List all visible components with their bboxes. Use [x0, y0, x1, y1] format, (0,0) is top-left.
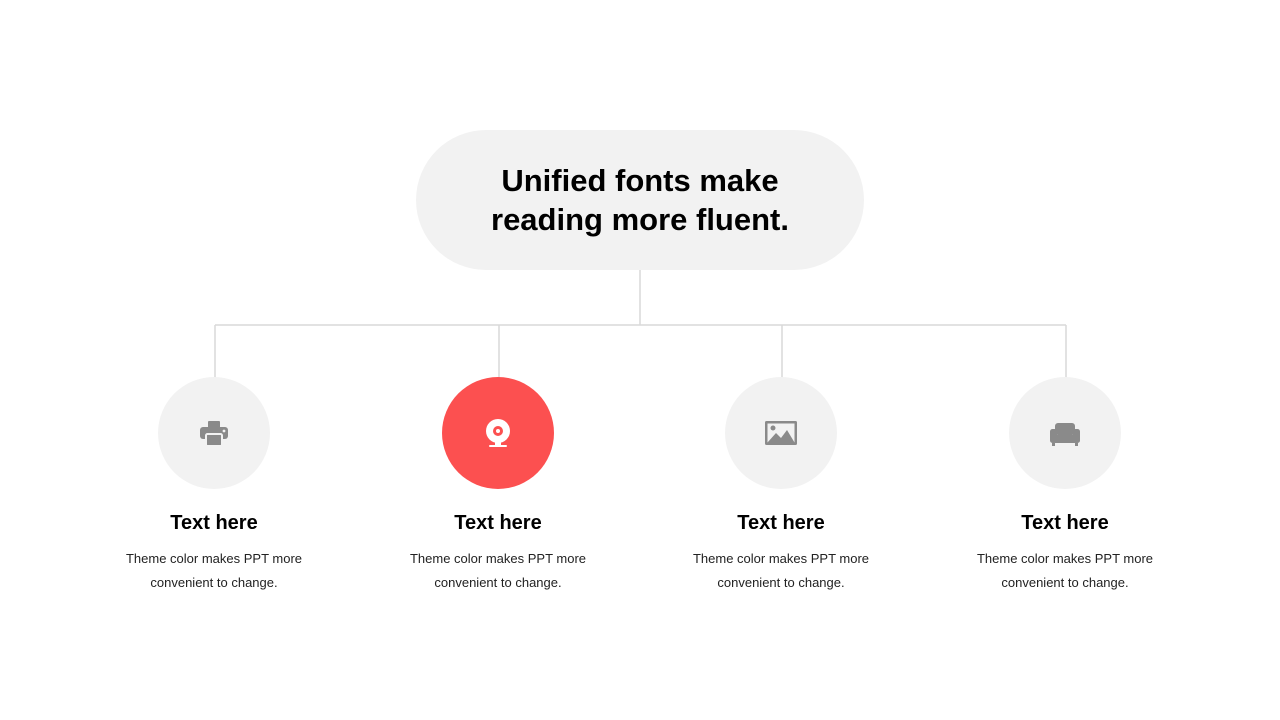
node-2-circle — [442, 377, 554, 489]
node-1-circle — [158, 377, 270, 489]
node-2-description: Theme color makes PPT more convenient to… — [409, 551, 587, 590]
node-3-description: Theme color makes PPT more convenient to… — [692, 551, 870, 590]
node-1-title: Text here — [170, 512, 258, 534]
node-2: Text here Theme color makes PPT more con… — [368, 377, 628, 595]
node-4-title: Text here — [1021, 512, 1109, 534]
node-4: Text here Theme color makes PPT more con… — [935, 377, 1195, 595]
sofa-icon — [1047, 415, 1083, 451]
node-1: Text here Theme color makes PPT more con… — [84, 377, 344, 595]
node-3: Text here Theme color makes PPT more con… — [651, 377, 911, 595]
title-pill: Unified fonts make reading more fluent. — [416, 130, 864, 270]
slide-title: Unified fonts make reading more fluent. — [491, 163, 789, 237]
node-1-description: Theme color makes PPT more convenient to… — [125, 551, 303, 590]
webcam-icon — [480, 415, 516, 451]
node-2-title: Text here — [454, 512, 542, 534]
node-4-circle — [1009, 377, 1121, 489]
node-3-title: Text here — [737, 512, 825, 534]
node-4-description: Theme color makes PPT more convenient to… — [976, 551, 1154, 590]
connector-lines — [214, 270, 1067, 378]
printer-icon — [196, 415, 232, 451]
slide: Unified fonts make reading more fluent. … — [0, 0, 1280, 720]
image-icon — [763, 415, 799, 451]
node-3-circle — [725, 377, 837, 489]
